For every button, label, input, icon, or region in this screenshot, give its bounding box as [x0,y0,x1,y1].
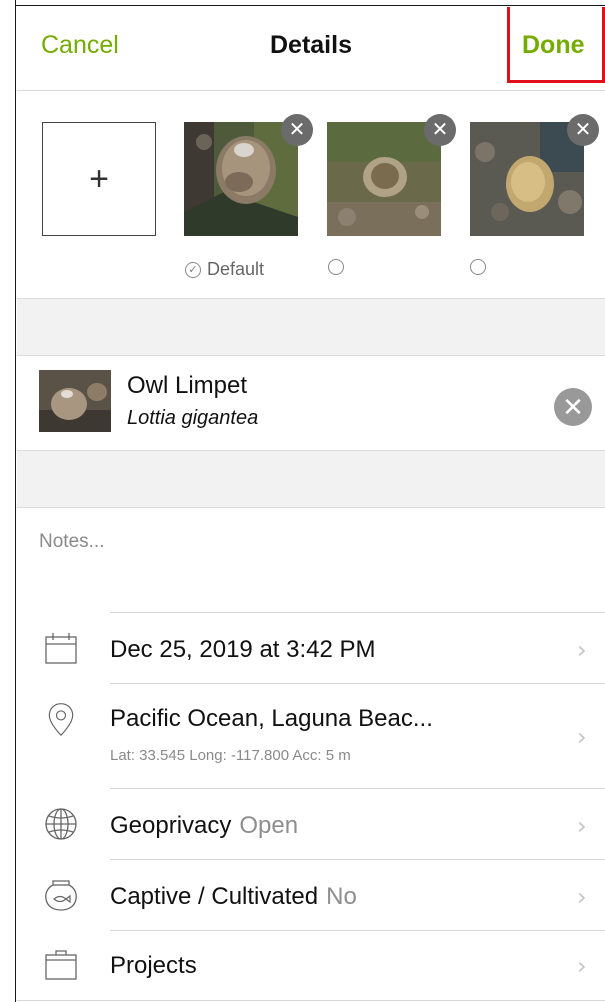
radio-empty-icon [328,259,344,275]
row-divider [110,683,605,684]
photo-thumbnail-1[interactable] [184,122,298,236]
taxon-thumbnail [39,370,111,432]
notes-input[interactable]: Notes... [39,531,104,553]
row-divider [110,859,605,860]
captive-label: Captive / Cultivated No [110,883,357,910]
cancel-button[interactable]: Cancel [41,31,119,60]
row-divider [110,612,605,613]
close-icon: ✕ [431,119,449,141]
done-button[interactable]: Done [522,31,585,60]
location-label: Pacific Ocean, Laguna Beac... [110,705,433,732]
location-row[interactable]: Pacific Ocean, Laguna Beac... Lat: 33.54… [17,683,605,789]
projects-row[interactable]: Projects › [17,930,605,1000]
remove-photo-3-button[interactable]: ✕ [567,114,599,146]
captive-value: No [326,883,357,910]
limpet-photo-2 [327,122,441,236]
section-separator [17,298,605,356]
limpet-photo-1 [184,122,298,236]
geoprivacy-row[interactable]: Geoprivacy Open › [17,788,605,860]
row-divider [110,788,605,789]
chevron-right-icon: › [577,812,587,840]
default-photo-option-3[interactable] [470,259,486,275]
taxon-scientific-name: Lottia gigantea [127,407,259,429]
close-icon: ✕ [562,392,584,422]
photo-strip: + ✕ ✕ ✕ ✓ Default [17,92,605,298]
nav-bar: Cancel Details Done [17,7,605,91]
default-photo-option-2[interactable] [328,259,344,275]
radio-empty-icon [470,259,486,275]
add-photo-button[interactable]: + [42,122,156,236]
fishbowl-icon [45,880,77,911]
chevron-right-icon: › [577,636,587,664]
calendar-icon [45,633,77,664]
captive-row[interactable]: Captive / Cultivated No › [17,859,605,931]
date-row[interactable]: Dec 25, 2019 at 3:42 PM › [17,612,605,684]
remove-photo-1-button[interactable]: ✕ [281,114,313,146]
default-photo-option-1[interactable]: ✓ Default [185,259,264,280]
location-coordinates: Lat: 33.545 Long: -117.800 Acc: 5 m [110,747,351,764]
taxon-row[interactable]: Owl Limpet Lottia gigantea ✕ [17,355,605,450]
geoprivacy-value: Open [239,812,299,839]
details-screen: Cancel Details Done + ✕ ✕ ✕ ✓ Default Ow… [17,7,605,1002]
row-divider [110,930,605,931]
briefcase-icon [45,950,77,980]
plus-icon: + [89,160,109,198]
taxon-common-name: Owl Limpet [127,372,248,399]
date-label: Dec 25, 2019 at 3:42 PM [110,636,376,663]
chevron-right-icon: › [577,952,587,980]
radio-checked-icon: ✓ [185,261,201,278]
photo-thumbnail-2[interactable] [327,122,441,236]
row-divider [17,1000,605,1001]
chevron-right-icon: › [577,883,587,911]
globe-icon [45,808,77,840]
remove-photo-2-button[interactable]: ✕ [424,114,456,146]
window-frame-top [0,0,605,6]
geoprivacy-label: Geoprivacy Open [110,812,299,839]
chevron-right-icon: › [577,723,587,751]
location-pin-icon [48,703,74,737]
section-separator [17,450,605,508]
close-icon: ✕ [288,119,306,141]
close-icon: ✕ [574,119,592,141]
projects-label: Projects [110,952,197,979]
window-frame-left [0,0,16,1002]
photo-thumbnail-3[interactable] [470,122,584,236]
limpet-photo-3 [470,122,584,236]
clear-taxon-button[interactable]: ✕ [554,388,592,426]
default-label: Default [207,259,265,279]
